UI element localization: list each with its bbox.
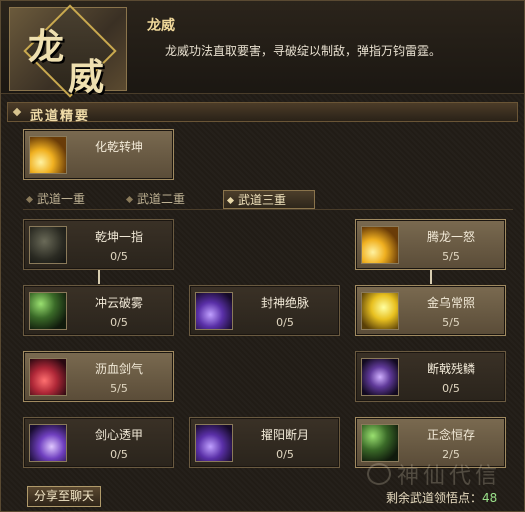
skill-level: 5/5 (442, 316, 460, 329)
skill-name: 冲云破雾 (94, 296, 143, 310)
remaining-points: 剩余武道领悟点：48 (386, 489, 497, 506)
section-title: 武道精要 (30, 109, 91, 124)
gold-fist-icon (29, 136, 67, 174)
skill-name: 封神绝脉 (260, 296, 309, 310)
remaining-points-label: 剩余武道领悟点： (386, 491, 483, 505)
skill-name: 乾坤一指 (94, 230, 143, 244)
skill-name: 剑心透甲 (94, 428, 143, 442)
skill-description: 龙威功法直取要害，寻破绽以制敌，弹指万钧雷霆。 (165, 44, 442, 58)
skill-level: 0/5 (110, 448, 128, 461)
skill-level: 0/5 (276, 448, 294, 461)
skill-name: 正念恒存 (426, 428, 475, 442)
skill-name: 腾龙一怒 (426, 230, 475, 244)
gold-sun-icon (361, 292, 399, 330)
skill-slot-qiankunyizhi[interactable]: 乾坤一指 0/5 (23, 219, 174, 270)
skill-slot-duanjicanlin[interactable]: 断戟残鳞 0/5 (355, 351, 506, 402)
skill-slot-chongyunpowu[interactable]: 冲云破雾 0/5 (23, 285, 174, 336)
skill-level: 0/5 (276, 316, 294, 329)
tab-tier-3[interactable]: 武道三重 (223, 190, 315, 209)
page-title: 龙威 (147, 18, 175, 34)
skill-name: 断戟残鳞 (426, 362, 475, 376)
green-mind-icon (361, 424, 399, 462)
violet-moon-icon (195, 424, 233, 462)
bullet-icon (12, 107, 22, 117)
watermark-face-icon (367, 463, 391, 485)
skill-slot-lixuejianqi[interactable]: 沥血剑气 5/5 (23, 351, 174, 402)
skill-slot-jianxintoujia[interactable]: 剑心透甲 0/5 (23, 417, 174, 468)
skill-slot-fengshenjuemai[interactable]: 封神绝脉 0/5 (189, 285, 340, 336)
featured-skill-name: 化乾转坤 (94, 140, 143, 154)
dark-finger-icon (29, 226, 67, 264)
header: 龙 威 龙威 龙威功法直取要害，寻破绽以制敌，弹指万钧雷霆。 (1, 1, 524, 98)
ghost-halberd-icon (361, 358, 399, 396)
emblem-char-2: 威 (68, 56, 105, 98)
skill-slot-zhuoyangduanyue[interactable]: 擢阳断月 0/5 (189, 417, 340, 468)
gold-dragon-icon (361, 226, 399, 264)
skill-name: 沥血剑气 (94, 362, 143, 376)
skill-slot-tenglongyinu[interactable]: 腾龙一怒 5/5 (355, 219, 506, 270)
skill-window: 龙 威 龙威 龙威功法直取要害，寻破绽以制敌，弹指万钧雷霆。 武道精要 化乾转坤… (0, 0, 525, 512)
skill-level: 0/5 (110, 316, 128, 329)
skill-name: 擢阳断月 (260, 428, 309, 442)
section-header: 武道精要 (7, 102, 518, 124)
tab-label: 武道二重 (137, 192, 186, 206)
violet-blade-icon (29, 424, 67, 462)
emblem-char-1: 龙 (28, 26, 65, 68)
red-sword-icon (29, 358, 67, 396)
skill-level: 5/5 (110, 382, 128, 395)
skill-level: 5/5 (442, 250, 460, 263)
skill-level: 0/5 (110, 250, 128, 263)
skill-name: 金乌常照 (426, 296, 475, 310)
connector-line (98, 270, 100, 284)
watermark: 神仙代信 (397, 464, 502, 489)
tab-tier-1[interactable]: 武道一重 (23, 190, 109, 209)
featured-skill-slot[interactable]: 化乾转坤 (23, 129, 174, 180)
share-to-chat-button[interactable]: 分享至聊天 (27, 486, 101, 507)
green-cloud-icon (29, 292, 67, 330)
tab-label: 武道一重 (37, 192, 86, 206)
remaining-points-value: 48 (482, 491, 498, 505)
tab-label: 武道三重 (238, 193, 287, 207)
skill-level: 0/5 (442, 382, 460, 395)
emblem-icon: 龙 威 (9, 4, 127, 98)
skill-slot-jinwuchangzhao[interactable]: 金乌常照 5/5 (355, 285, 506, 336)
tab-tier-2[interactable]: 武道二重 (123, 190, 219, 209)
connector-line (430, 270, 432, 284)
purple-seal-icon (195, 292, 233, 330)
